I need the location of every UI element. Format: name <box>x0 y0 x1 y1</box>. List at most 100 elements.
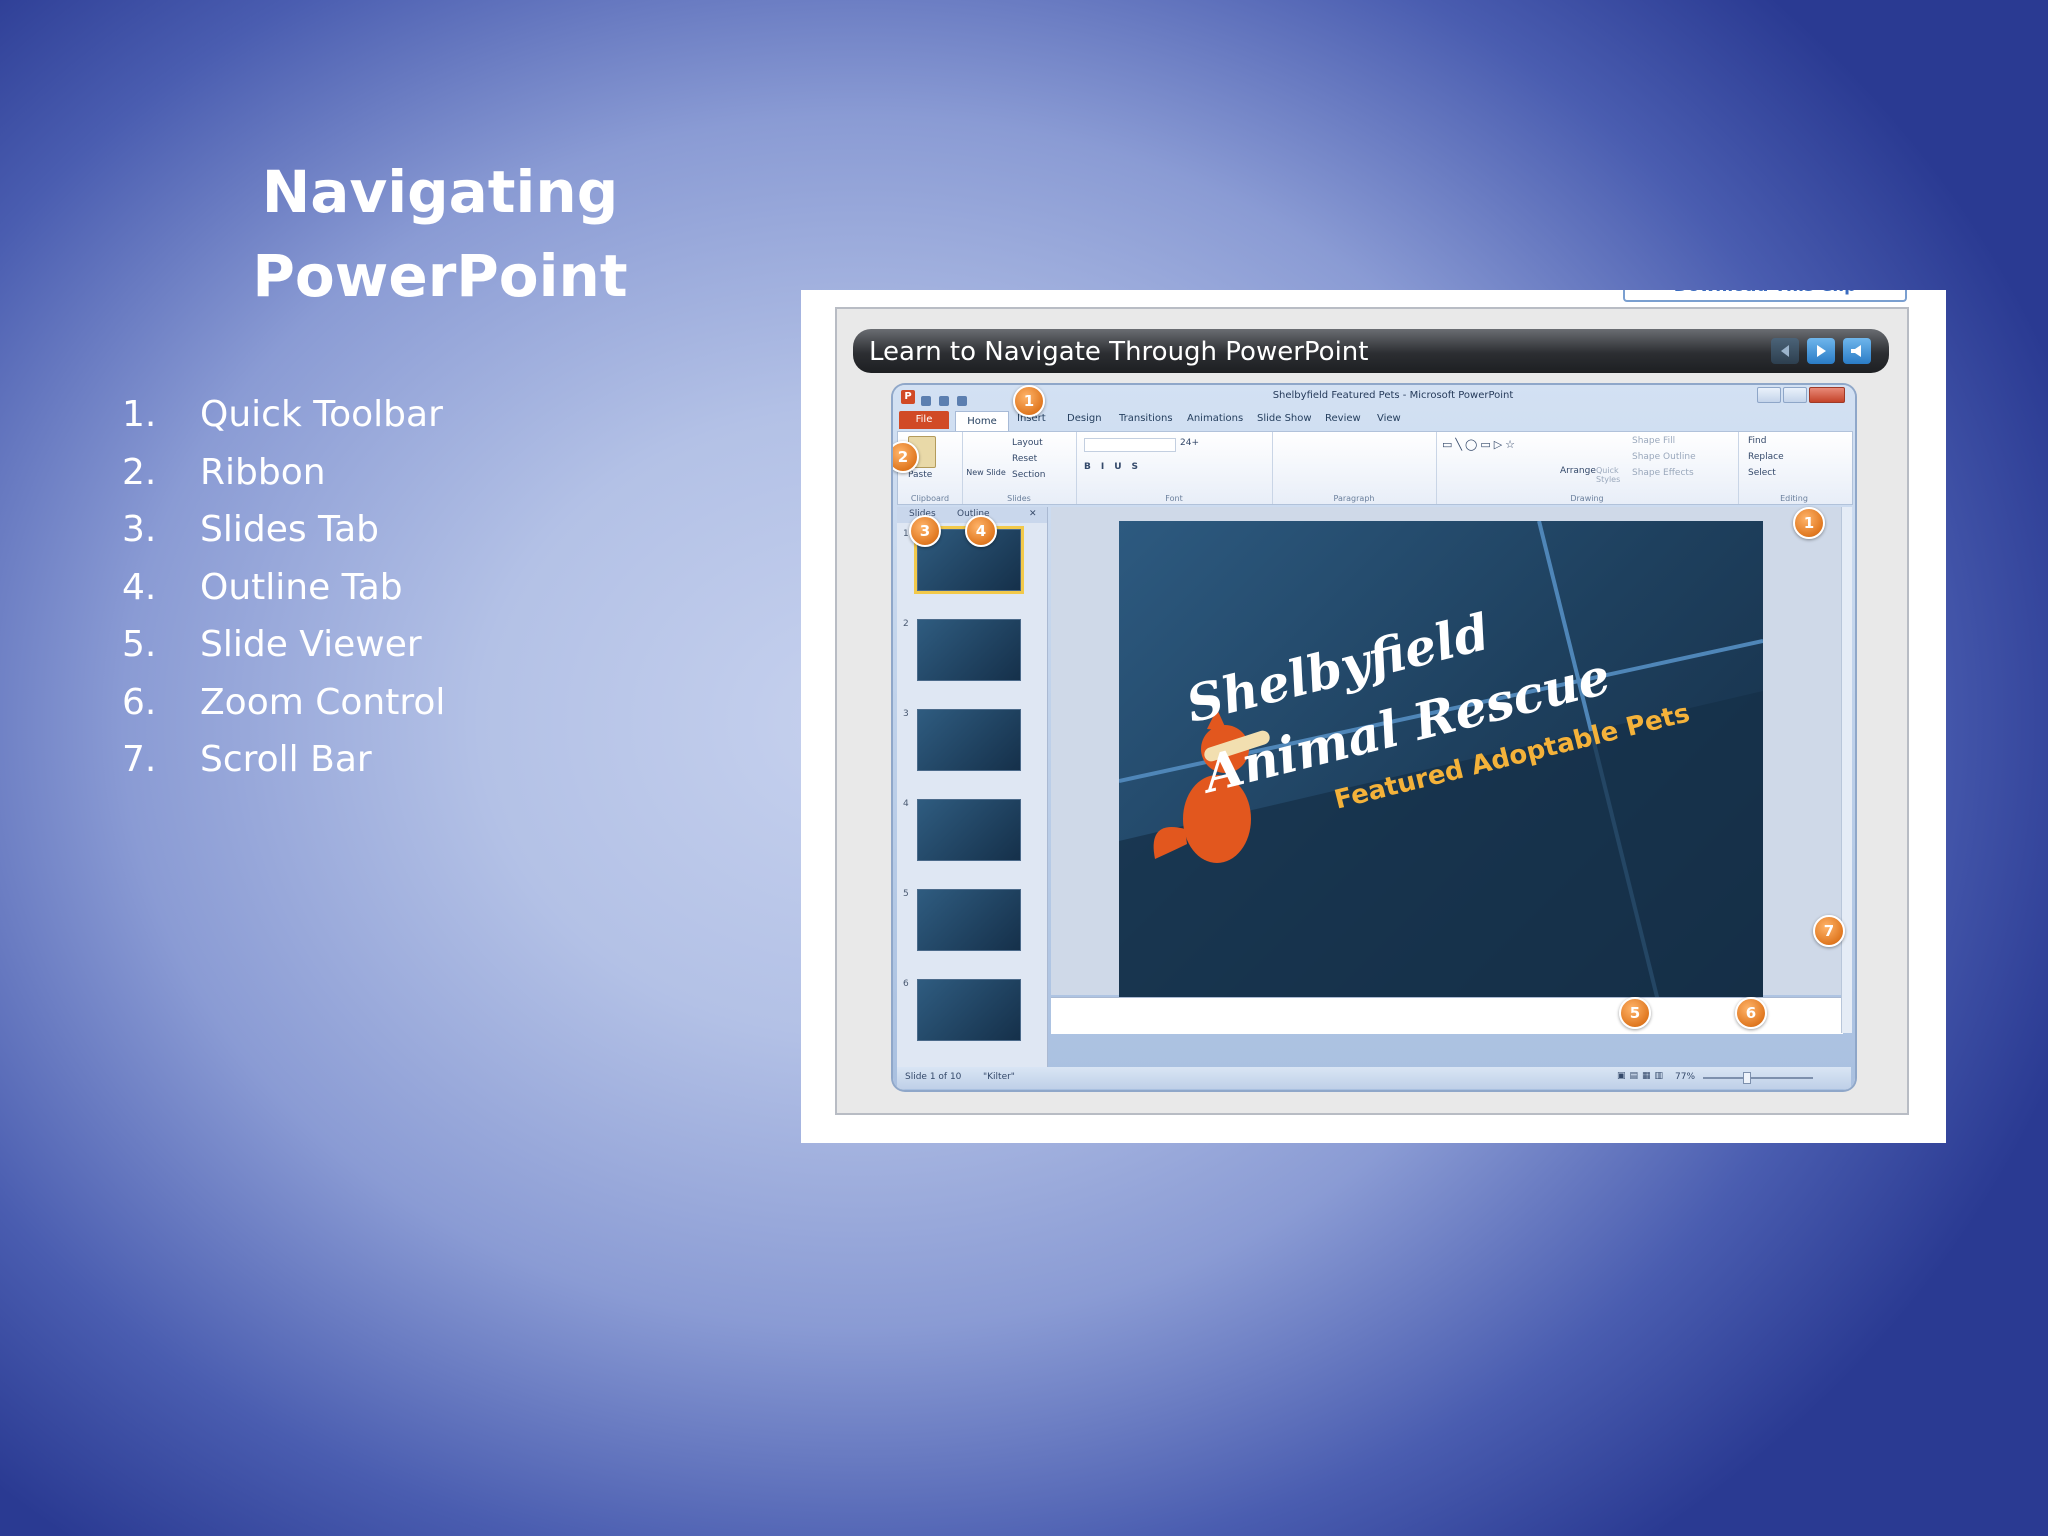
group-label: Font <box>1165 494 1183 503</box>
list-label: Quick Toolbar <box>200 394 443 436</box>
callout-badge: 3 <box>909 515 941 547</box>
title-line-1: Navigating <box>261 158 619 226</box>
list-item: 1. Quick Toolbar <box>122 386 445 444</box>
group-label: Drawing <box>1570 494 1604 503</box>
arrange-button[interactable]: Arrange <box>1560 466 1596 476</box>
reset-button[interactable]: Reset <box>1012 454 1037 464</box>
tab-transitions[interactable]: Transitions <box>1119 413 1173 424</box>
font-name-box[interactable] <box>1084 438 1176 452</box>
list-number: 6. <box>122 681 157 723</box>
redo-icon[interactable] <box>957 396 967 406</box>
thumb-number: 6 <box>903 979 909 989</box>
group-label: Slides <box>1007 494 1031 503</box>
thumb-number: 2 <box>903 619 909 629</box>
video-player-frame: Learn to Navigate Through PowerPoint P S… <box>835 307 1909 1115</box>
list-item: 7. Scroll Bar <box>122 731 445 789</box>
slides-pane: Slides Outline ✕ 1 2 3 4 5 6 <box>897 507 1048 1067</box>
zoom-slider-thumb[interactable] <box>1743 1072 1751 1084</box>
powerpoint-window: P Shelbyfield Featured Pets - Microsoft … <box>893 385 1855 1090</box>
window-title: Shelbyfield Featured Pets - Microsoft Po… <box>1272 390 1514 401</box>
zoom-slider[interactable] <box>1703 1077 1813 1079</box>
slide-count: Slide 1 of 10 <box>905 1072 962 1082</box>
select-button[interactable]: Select <box>1748 468 1776 478</box>
list-item: 4. Outline Tab <box>122 559 445 617</box>
quick-styles-button[interactable]: Quick Styles <box>1596 466 1624 484</box>
ribbon-group-slides: New Slide Layout Reset Section Slides <box>962 432 1077 504</box>
notes-pane[interactable] <box>1051 997 1843 1034</box>
font-format-buttons[interactable]: BIUS <box>1084 462 1148 472</box>
minimize-button[interactable] <box>1757 387 1781 403</box>
close-pane-icon[interactable]: ✕ <box>1029 509 1037 519</box>
slide-viewer: Shelbyfield Animal Rescue Featured Adopt… <box>1051 507 1843 1005</box>
tab-animations[interactable]: Animations <box>1187 413 1243 424</box>
current-slide[interactable]: Shelbyfield Animal Rescue Featured Adopt… <box>1119 521 1763 1005</box>
ribbon-group-font: 24+ BIUS Font <box>1076 432 1273 504</box>
slide-thumbnail[interactable] <box>917 979 1021 1041</box>
callout-badge: 7 <box>1813 915 1845 947</box>
list-number: 5. <box>122 624 157 666</box>
previous-icon <box>1781 345 1789 357</box>
replace-button[interactable]: Replace <box>1748 452 1784 462</box>
save-icon[interactable] <box>921 396 931 406</box>
list-label: Zoom Control <box>200 681 446 723</box>
list-label: Ribbon <box>200 451 326 493</box>
callout-badge: 1 <box>1013 385 1045 417</box>
undo-icon[interactable] <box>939 396 949 406</box>
thumb-number: 4 <box>903 799 909 809</box>
shape-outline-button[interactable]: Shape Outline <box>1632 452 1696 462</box>
volume-button[interactable] <box>1843 338 1871 364</box>
thumb-number: 3 <box>903 709 909 719</box>
embedded-screenshot: Download This Clip Learn to Navigate Thr… <box>801 290 1946 1143</box>
maximize-button[interactable] <box>1783 387 1807 403</box>
shape-effects-button[interactable]: Shape Effects <box>1632 468 1694 478</box>
slide-thumbnail[interactable] <box>917 799 1021 861</box>
list-number: 3. <box>122 509 157 551</box>
list-item: 3. Slides Tab <box>122 501 445 559</box>
view-buttons[interactable]: ▣▤▦▥ <box>1617 1071 1667 1081</box>
shapes-gallery[interactable]: ▭╲◯▭▷☆ <box>1442 438 1518 451</box>
list-label: Outline Tab <box>200 566 403 608</box>
group-label: Clipboard <box>910 494 950 503</box>
list-item: 6. Zoom Control <box>122 674 445 732</box>
tab-slide-show[interactable]: Slide Show <box>1257 413 1312 424</box>
powerpoint-icon: P <box>901 390 915 404</box>
list-label: Slide Viewer <box>200 624 422 666</box>
ribbon: Paste Clipboard New Slide Layout Reset S… <box>897 431 1853 505</box>
tab-view[interactable]: View <box>1377 413 1401 424</box>
shape-fill-button[interactable]: Shape Fill <box>1632 436 1675 446</box>
list-label: Slides Tab <box>200 509 379 551</box>
slide-thumbnail[interactable] <box>917 709 1021 771</box>
list-item: 2. Ribbon <box>122 444 445 502</box>
list-number: 2. <box>122 451 157 493</box>
player-title: Learn to Navigate Through PowerPoint <box>869 337 1369 367</box>
section-button[interactable]: Section <box>1012 470 1045 480</box>
new-slide-button[interactable]: New Slide <box>966 468 1006 477</box>
list-number: 1. <box>122 394 157 436</box>
window-controls <box>1757 387 1847 403</box>
feature-list: 1. Quick Toolbar 2. Ribbon 3. Slides Tab 4.… <box>122 386 445 789</box>
tab-home[interactable]: Home <box>955 411 1009 432</box>
callout-badge: 5 <box>1619 997 1651 1029</box>
previous-button[interactable] <box>1771 338 1799 364</box>
speaker-icon <box>1851 345 1861 357</box>
tab-review[interactable]: Review <box>1325 413 1361 424</box>
quick-access-toolbar[interactable] <box>921 391 991 406</box>
callout-badge: 4 <box>965 515 997 547</box>
layout-button[interactable]: Layout <box>1012 438 1043 448</box>
tab-design[interactable]: Design <box>1067 413 1102 424</box>
vertical-scrollbar[interactable] <box>1841 507 1852 1033</box>
slide-thumbnail[interactable] <box>917 619 1021 681</box>
close-button[interactable] <box>1809 387 1845 403</box>
font-size-box[interactable]: 24+ <box>1180 438 1199 448</box>
tab-file[interactable]: File <box>899 411 949 429</box>
download-clip-button[interactable]: Download This Clip <box>1623 290 1907 302</box>
status-bar: Slide 1 of 10 "Kilter" ▣▤▦▥ 77% <box>897 1067 1851 1089</box>
thumb-number: 5 <box>903 889 909 899</box>
find-button[interactable]: Find <box>1748 436 1766 446</box>
slide-thumbnail[interactable] <box>917 889 1021 951</box>
list-number: 7. <box>122 739 157 781</box>
play-button[interactable] <box>1807 338 1835 364</box>
list-label: Scroll Bar <box>200 739 372 781</box>
group-label: Paragraph <box>1333 494 1375 503</box>
zoom-level[interactable]: 77% <box>1675 1072 1695 1082</box>
